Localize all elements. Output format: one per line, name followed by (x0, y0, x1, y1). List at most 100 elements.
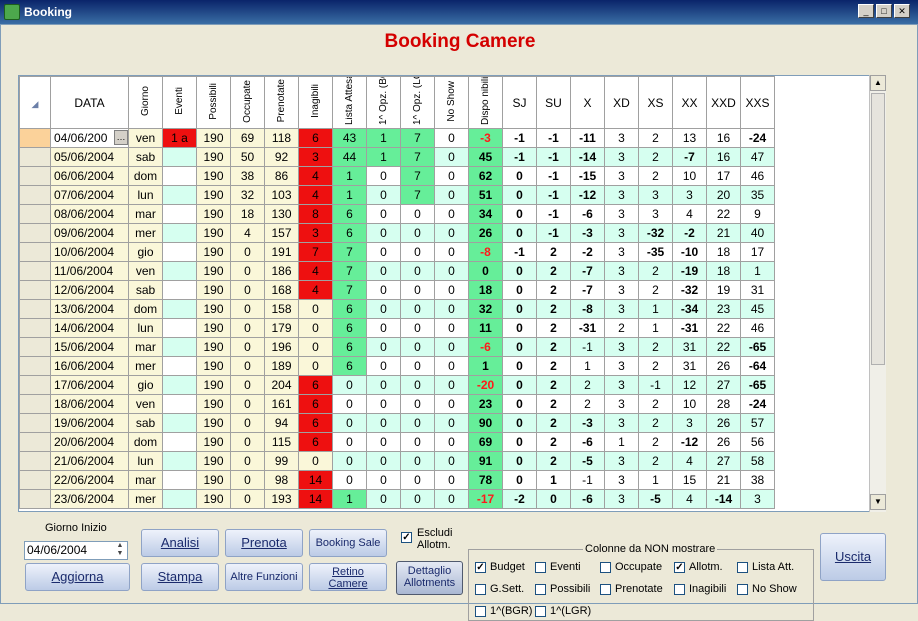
hide-column-checkbox[interactable]: ✓ (674, 562, 685, 573)
column-header-xs[interactable]: XS (638, 76, 673, 129)
cell-possibili[interactable]: 190 (196, 147, 231, 167)
cell-x[interactable]: 1 (570, 356, 605, 376)
cell-lgr[interactable]: 0 (400, 261, 435, 281)
row-selector[interactable] (19, 337, 51, 357)
cell-x[interactable]: -1 (570, 470, 605, 490)
cell-no-show[interactable]: 0 (434, 204, 469, 224)
cell-prenotate[interactable]: 158 (264, 299, 299, 319)
cell-no-show[interactable]: 0 (434, 394, 469, 414)
cell-day[interactable]: mer (128, 489, 163, 509)
cell-lista-attesa[interactable]: 6 (332, 299, 367, 319)
cell-su[interactable]: -1 (536, 128, 571, 148)
cell-su[interactable]: 2 (536, 337, 571, 357)
cell-eventi[interactable] (162, 318, 197, 338)
cell-inagibili[interactable]: 6 (298, 413, 333, 433)
cell-lista-attesa[interactable]: 6 (332, 318, 367, 338)
cell-no-show[interactable]: 0 (434, 489, 469, 509)
cell-day[interactable]: ven (128, 128, 163, 148)
row-selector[interactable] (19, 223, 51, 243)
cell-xx[interactable]: 31 (672, 337, 707, 357)
hide-column-checkbox[interactable] (737, 584, 748, 595)
cell-inagibili[interactable]: 8 (298, 204, 333, 224)
cell-inagibili[interactable]: 6 (298, 375, 333, 395)
cell-prenotate[interactable]: 161 (264, 394, 299, 414)
cell-su[interactable]: 2 (536, 299, 571, 319)
cell-prenotate[interactable]: 204 (264, 375, 299, 395)
cell-lgr[interactable]: 0 (400, 356, 435, 376)
cell-bgr[interactable]: 0 (366, 166, 401, 186)
table-row[interactable]: 11/06/2004 ven 190 0 186 4 7 0 0 0 0 0 2 -7 3 2 -19 18 1 (19, 261, 775, 281)
cell-possibili[interactable]: 190 (196, 280, 231, 300)
cell-xd[interactable]: 3 (604, 261, 639, 281)
row-selector[interactable] (19, 147, 51, 167)
cell-prenotate[interactable]: 99 (264, 451, 299, 471)
date-spinner[interactable]: ▲ ▼ (113, 542, 127, 559)
cell-eventi[interactable] (162, 299, 197, 319)
cell-prenotate[interactable]: 130 (264, 204, 299, 224)
cell-disponibili[interactable]: 45 (468, 147, 503, 167)
cell-xs[interactable]: 2 (638, 280, 673, 300)
cell-x[interactable]: -7 (570, 261, 605, 281)
table-row[interactable]: 20/06/2004 dom 190 0 115 6 0 0 0 0 69 0 2 -6 1 2 -12 26 56 (19, 432, 775, 452)
cell-lista-attesa[interactable]: 6 (332, 337, 367, 357)
retino-camere-button[interactable]: Retino Camere (309, 563, 387, 591)
column-header-noshow[interactable]: No Show (434, 76, 469, 129)
cell-date[interactable]: 05/06/2004 (50, 147, 129, 167)
cell-bgr[interactable]: 0 (366, 432, 401, 452)
row-selector[interactable] (19, 470, 51, 490)
column-header-inag[interactable]: Inagibili (298, 76, 333, 129)
cell-occupate[interactable]: 0 (230, 375, 265, 395)
cell-day[interactable]: mer (128, 356, 163, 376)
cell-x[interactable]: -14 (570, 147, 605, 167)
cell-sj[interactable]: 0 (502, 432, 537, 452)
cell-lista-attesa[interactable]: 0 (332, 394, 367, 414)
cell-su[interactable]: 2 (536, 280, 571, 300)
cell-xxd[interactable]: 22 (706, 337, 741, 357)
cell-xxs[interactable]: 47 (740, 147, 775, 167)
cell-day[interactable]: lun (128, 185, 163, 205)
cell-xd[interactable]: 3 (604, 375, 639, 395)
cell-lgr[interactable]: 0 (400, 470, 435, 490)
cell-lgr[interactable]: 0 (400, 299, 435, 319)
cell-no-show[interactable]: 0 (434, 242, 469, 262)
cell-possibili[interactable]: 190 (196, 375, 231, 395)
cell-sj[interactable]: 0 (502, 223, 537, 243)
cell-disponibili[interactable]: 32 (468, 299, 503, 319)
cell-xxs[interactable]: 46 (740, 318, 775, 338)
cell-inagibili[interactable]: 0 (298, 318, 333, 338)
cell-xxd[interactable]: 27 (706, 375, 741, 395)
cell-disponibili[interactable]: 34 (468, 204, 503, 224)
cell-su[interactable]: -1 (536, 185, 571, 205)
cell-lista-attesa[interactable]: 7 (332, 280, 367, 300)
cell-possibili[interactable]: 190 (196, 299, 231, 319)
cell-lgr[interactable]: 0 (400, 375, 435, 395)
cell-day[interactable]: mar (128, 337, 163, 357)
table-row[interactable]: 07/06/2004 lun 190 32 103 4 1 0 7 0 51 0 -1 -12 3 3 3 20 3… (19, 185, 775, 205)
cell-date[interactable]: 20/06/2004 (50, 432, 129, 452)
cell-no-show[interactable]: 0 (434, 413, 469, 433)
cell-lgr[interactable]: 0 (400, 394, 435, 414)
cell-sj[interactable]: 0 (502, 470, 537, 490)
cell-possibili[interactable]: 190 (196, 394, 231, 414)
cell-xs[interactable]: -35 (638, 242, 673, 262)
cell-inagibili[interactable]: 6 (298, 128, 333, 148)
cell-lista-attesa[interactable]: 7 (332, 242, 367, 262)
row-selector[interactable] (19, 375, 51, 395)
cell-xd[interactable]: 3 (604, 147, 639, 167)
cell-xx[interactable]: 31 (672, 356, 707, 376)
cell-occupate[interactable]: 0 (230, 318, 265, 338)
cell-x[interactable]: 2 (570, 394, 605, 414)
cell-bgr[interactable]: 0 (366, 470, 401, 490)
cell-date[interactable]: 16/06/2004 (50, 356, 129, 376)
column-header-data[interactable]: DATA (50, 76, 129, 129)
cell-no-show[interactable]: 0 (434, 432, 469, 452)
cell-possibili[interactable]: 190 (196, 356, 231, 376)
cell-inagibili[interactable]: 14 (298, 489, 333, 509)
row-selector[interactable] (19, 489, 51, 509)
cell-su[interactable]: 2 (536, 318, 571, 338)
column-header-lgr[interactable]: 1^ Opz. (LGR) (400, 76, 435, 129)
cell-xs[interactable]: 2 (638, 432, 673, 452)
column-header-xx[interactable]: XX (672, 76, 707, 129)
cell-lista-attesa[interactable]: 0 (332, 451, 367, 471)
cell-lista-attesa[interactable]: 1 (332, 185, 367, 205)
